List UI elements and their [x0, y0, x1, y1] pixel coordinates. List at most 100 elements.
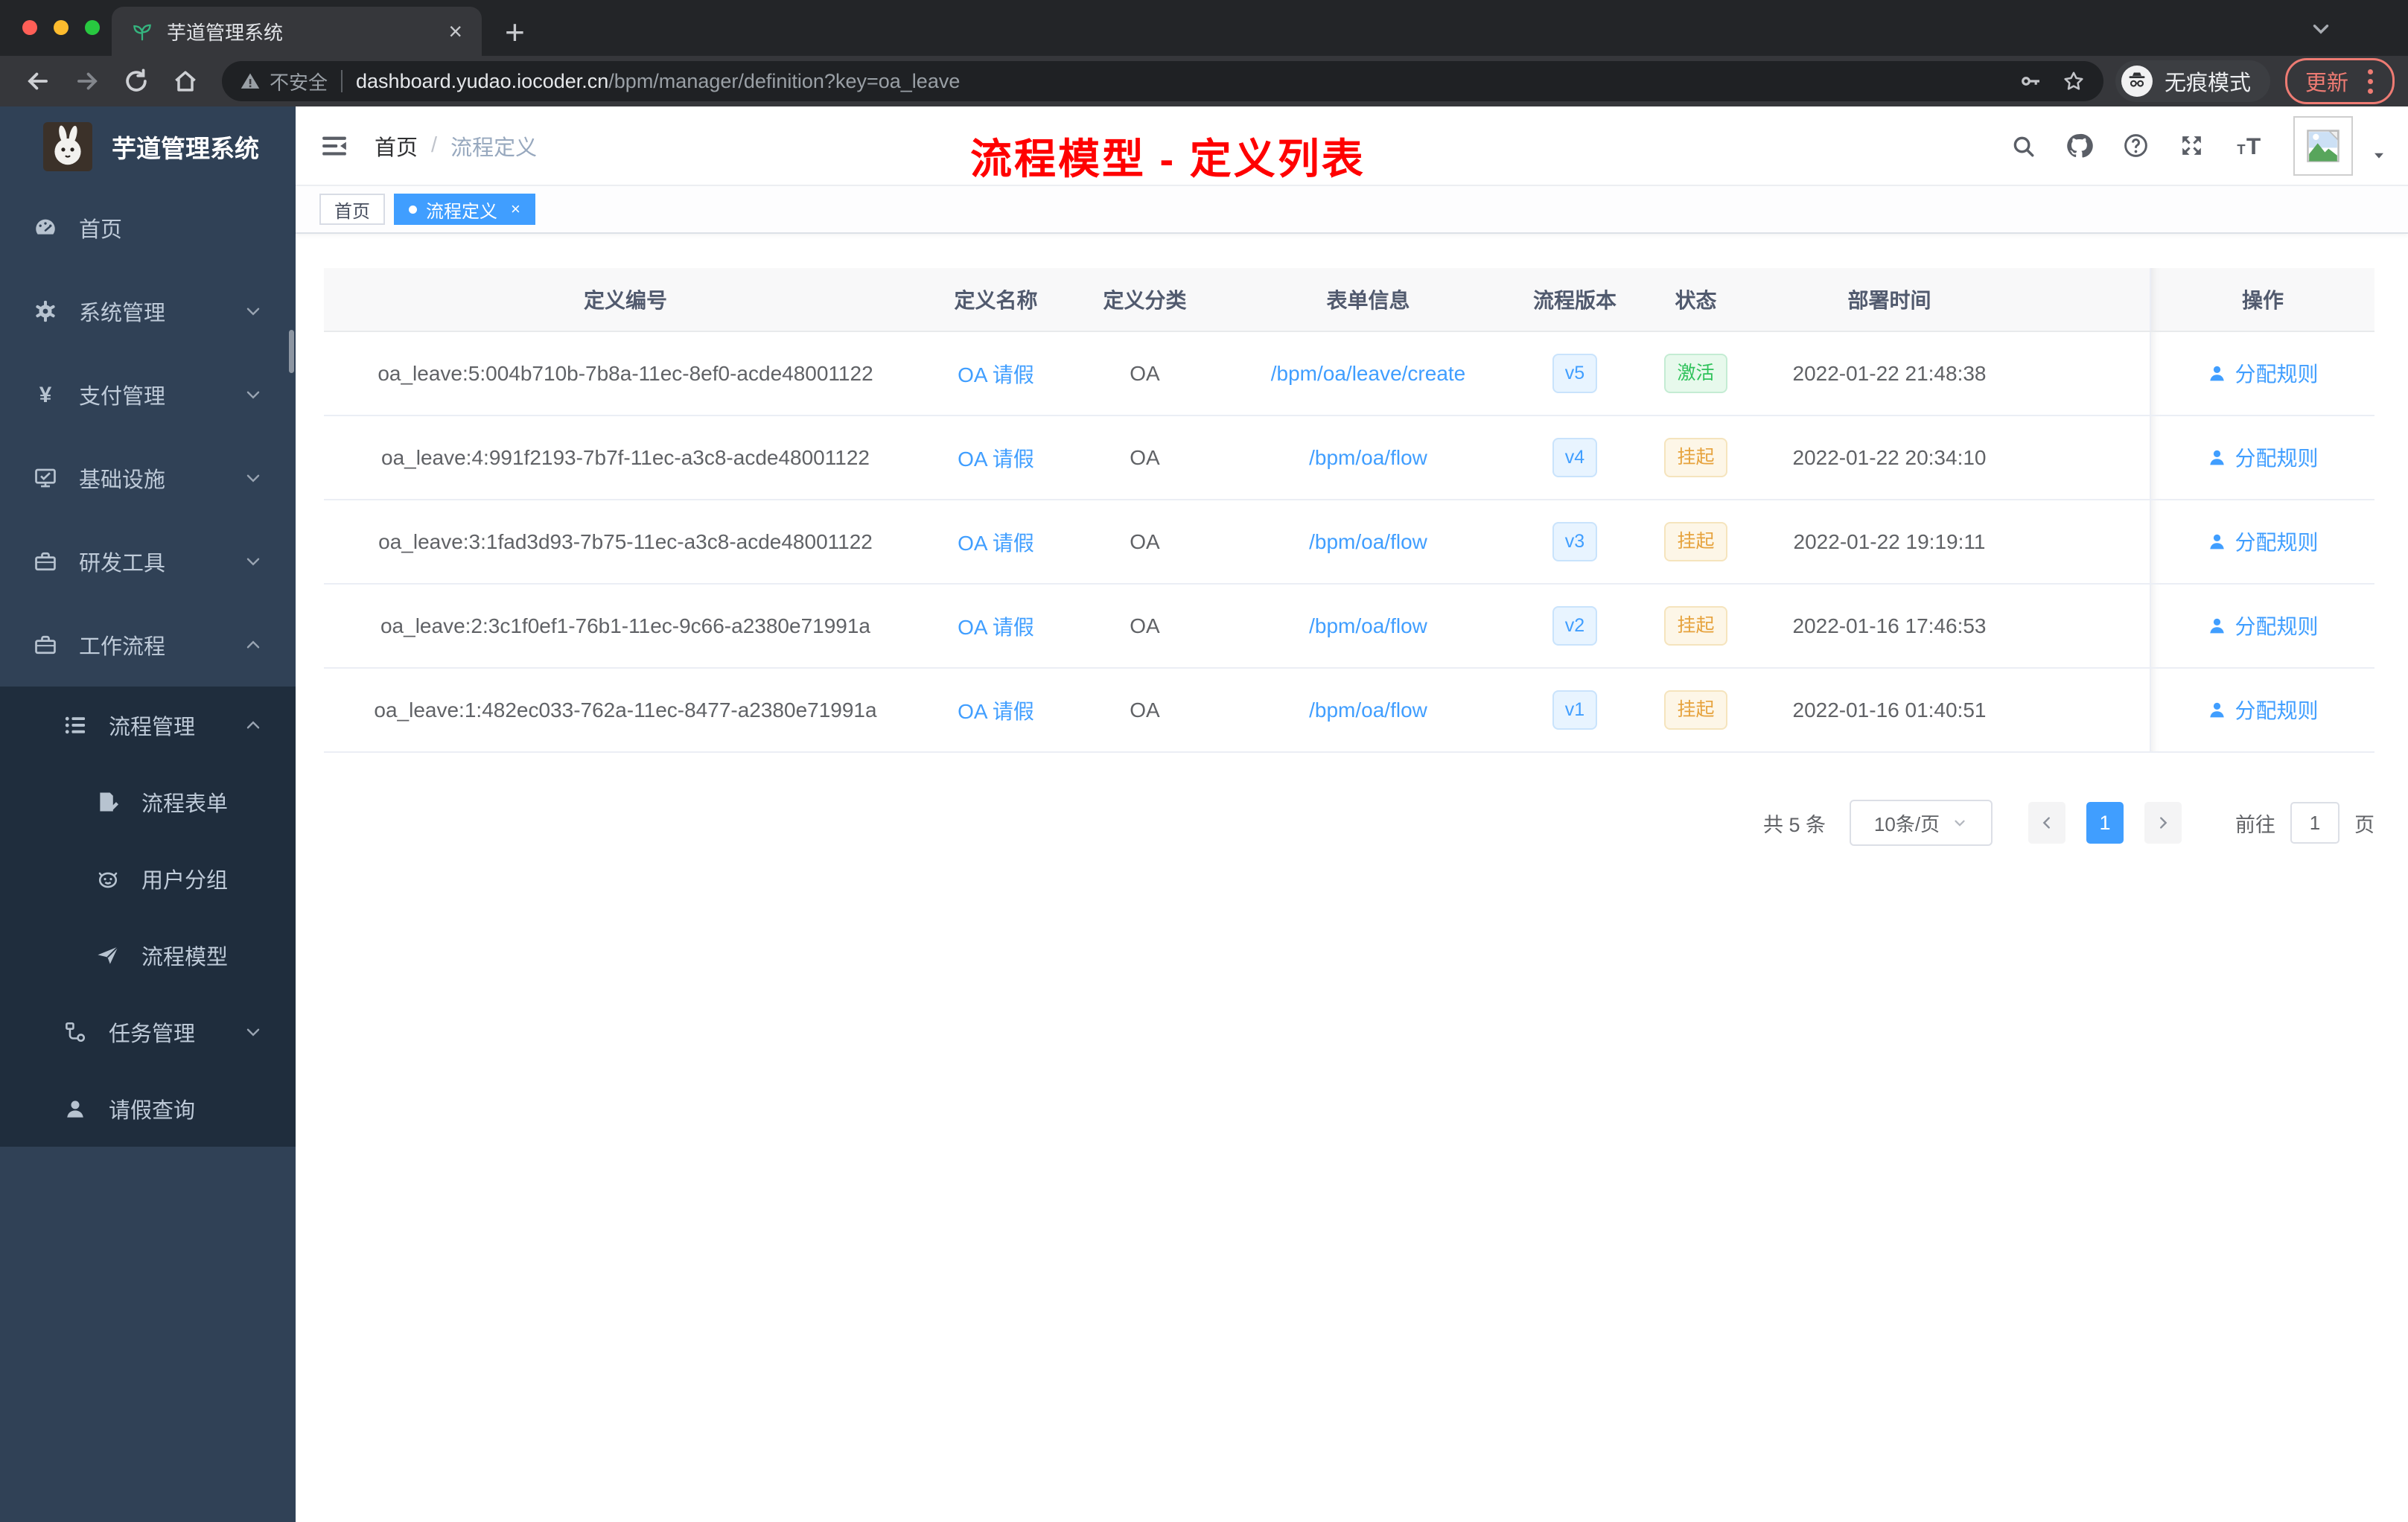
update-label[interactable]: 更新: [2305, 66, 2348, 97]
breadcrumb-home[interactable]: 首页: [375, 130, 418, 162]
sidebar-item-payment[interactable]: ¥ 支付管理: [0, 353, 296, 436]
cell-category: OA: [1065, 331, 1225, 416]
app-title: 芋道管理系统: [112, 134, 259, 162]
table-row: oa_leave:1:482ec033-762a-11ec-8477-a2380…: [324, 668, 2374, 753]
window-minimize-button[interactable]: [54, 20, 69, 35]
col-actions: 操作: [2150, 268, 2374, 332]
tags-view: 首页 流程定义 ×: [296, 185, 2408, 234]
help-icon[interactable]: [2122, 132, 2150, 159]
definition-name-link[interactable]: OA 请假: [958, 700, 1034, 723]
back-icon[interactable]: [24, 67, 52, 95]
tab-search-chevron-icon[interactable]: [2308, 16, 2334, 42]
warning-icon[interactable]: [240, 71, 261, 92]
page-size-select[interactable]: 10条/页: [1850, 800, 1993, 846]
url-bar[interactable]: 不安全 dashboard.yudao.iocoder.cn/bpm/manag…: [222, 61, 2103, 101]
assign-rule-label: 分配规则: [2235, 363, 2319, 386]
user-avatar[interactable]: [2293, 115, 2353, 176]
sidebar-item-label: 请假查询: [109, 1098, 196, 1123]
sidebar-item-task-management[interactable]: 任务管理: [0, 993, 296, 1070]
definition-name-link[interactable]: OA 请假: [958, 532, 1034, 555]
browser-update-button[interactable]: 更新: [2284, 58, 2395, 104]
sidebar-item-home[interactable]: 首页: [0, 186, 296, 270]
assign-rule-label: 分配规则: [2235, 615, 2319, 639]
browser-menu-icon[interactable]: [2363, 69, 2377, 94]
sidebar-item-process-form[interactable]: 流程表单: [0, 763, 296, 840]
sidebar-item-system[interactable]: 系统管理: [0, 270, 296, 353]
form-info-link[interactable]: /bpm/oa/flow: [1309, 446, 1427, 469]
avatar-caret-down-icon[interactable]: [2371, 147, 2387, 164]
version-badge: v1: [1552, 690, 1598, 730]
chevron-down-icon: [1952, 815, 1968, 831]
breadcrumb: 首页 / 流程定义: [375, 130, 537, 162]
search-icon[interactable]: [2010, 133, 2036, 159]
pagination: 共 5 条 10条/页 1 前往 1 页: [324, 800, 2374, 846]
sidebar-item-user-group[interactable]: 用户分组: [0, 840, 296, 917]
browser-tab[interactable]: 芋道管理系统 ×: [112, 7, 482, 56]
reload-icon[interactable]: [122, 67, 150, 95]
new-tab-button[interactable]: +: [505, 12, 525, 52]
assign-rule-button[interactable]: 分配规则: [2207, 526, 2319, 556]
forward-icon[interactable]: [73, 67, 101, 95]
col-definition-name: 定义名称: [927, 268, 1065, 332]
github-icon[interactable]: [2064, 131, 2094, 161]
bookmark-star-icon[interactable]: [2062, 69, 2086, 93]
cell-definition-id: oa_leave:2:3c1f0ef1-76b1-11ec-9c66-a2380…: [324, 584, 927, 669]
user-icon: [2207, 363, 2227, 383]
version-badge: v2: [1552, 606, 1598, 646]
sidebar-item-dev-tools[interactable]: 研发工具: [0, 520, 296, 603]
definition-name-link[interactable]: OA 请假: [958, 448, 1034, 471]
cell-deploy-time: 2022-01-22 21:48:38: [1754, 331, 2025, 416]
sidebar-item-label: 流程表单: [141, 792, 229, 816]
form-info-link[interactable]: /bpm/oa/flow: [1309, 614, 1427, 637]
definition-name-link[interactable]: OA 请假: [958, 616, 1034, 639]
chevron-up-icon: [243, 635, 263, 655]
assign-rule-button[interactable]: 分配规则: [2207, 695, 2319, 725]
tag-item[interactable]: 首页: [319, 194, 385, 225]
assign-rule-button[interactable]: 分配规则: [2207, 442, 2319, 472]
window-maximize-button[interactable]: [85, 20, 100, 35]
sidebar-item-infrastructure[interactable]: 基础设施: [0, 436, 296, 520]
window-controls[interactable]: [22, 20, 100, 35]
page-number-1[interactable]: 1: [2086, 802, 2124, 844]
col-definition-category: 定义分类: [1065, 268, 1225, 332]
cell-deploy-time: 2022-01-22 20:34:10: [1754, 415, 2025, 500]
assign-rule-button[interactable]: 分配规则: [2207, 358, 2319, 388]
form-info-link[interactable]: /bpm/oa/flow: [1309, 698, 1427, 722]
sidebar-item-label: 支付管理: [79, 385, 166, 409]
sidebar-item-label: 系统管理: [79, 302, 166, 325]
next-page-button[interactable]: [2144, 802, 2182, 844]
font-size-icon[interactable]: TT: [2234, 131, 2265, 161]
tab-close-icon[interactable]: ×: [448, 19, 462, 43]
sidebar-item-workflow[interactable]: 工作流程: [0, 603, 296, 687]
sidebar-item-leave-query[interactable]: 请假查询: [0, 1070, 296, 1147]
page-jump-input[interactable]: [2290, 802, 2339, 844]
status-badge: 挂起: [1664, 522, 1727, 561]
security-label[interactable]: 不安全: [270, 68, 328, 95]
definition-table: 定义编号 定义名称 定义分类 表单信息 流程版本 状态 部署时间 操作 oa_l…: [324, 268, 2374, 753]
chevron-down-icon: [243, 552, 263, 571]
fullscreen-icon[interactable]: [2178, 132, 2205, 159]
form-info-link[interactable]: /bpm/oa/flow: [1309, 530, 1427, 553]
sidebar: 芋道管理系统 首页系统管理 ¥ 支付管理 基础设施 研发工具 工作流程 流程管理流程表单用户…: [0, 106, 296, 1522]
tag-close-icon[interactable]: ×: [511, 200, 520, 219]
form-info-link[interactable]: /bpm/oa/leave/create: [1271, 362, 1466, 385]
window-close-button[interactable]: [22, 20, 37, 35]
cell-deploy-time: 2022-01-16 01:40:51: [1754, 668, 2025, 753]
chevron-down-icon: [243, 385, 263, 404]
chevron-down-icon: [243, 1022, 263, 1042]
robot-icon: [95, 866, 121, 891]
tag-dot: [409, 205, 417, 214]
sidebar-item-process-model[interactable]: 流程模型: [0, 917, 296, 993]
sidebar-item-process-management[interactable]: 流程管理: [0, 687, 296, 763]
col-form-info: 表单信息: [1225, 268, 1512, 332]
assign-rule-button[interactable]: 分配规则: [2207, 611, 2319, 640]
definition-name-link[interactable]: OA 请假: [958, 363, 1034, 386]
tag-active[interactable]: 流程定义 ×: [394, 194, 535, 225]
prev-page-button[interactable]: [2028, 802, 2065, 844]
cell-actions: 分配规则: [2150, 415, 2374, 500]
sidebar-scrollbar[interactable]: [289, 330, 294, 373]
password-key-icon[interactable]: [2019, 69, 2042, 93]
hamburger-icon[interactable]: [319, 131, 349, 161]
sidebar-logo[interactable]: 芋道管理系统: [0, 106, 296, 186]
home-icon[interactable]: [171, 67, 200, 95]
